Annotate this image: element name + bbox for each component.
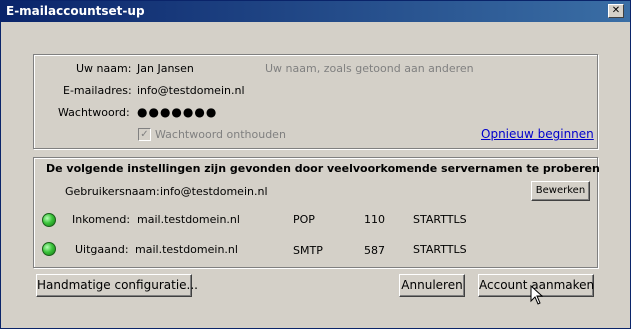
outgoing-security: STARTTLS (413, 243, 467, 256)
password-field[interactable]: ●●●●●●● (137, 105, 217, 119)
close-button[interactable]: ✕ (608, 4, 624, 18)
password-label: Wachtwoord: (58, 106, 130, 119)
incoming-server: mail.testdomein.nl (137, 213, 240, 226)
outgoing-status-icon (42, 242, 56, 256)
title-bar[interactable]: E-mailaccountset-up ✕ (1, 1, 630, 22)
name-label: Uw naam: (76, 62, 132, 75)
incoming-label: Inkomend: (72, 213, 131, 226)
username-value: info@testdomein.nl (160, 185, 268, 198)
name-hint: Uw naam, zoals getoond aan anderen (265, 62, 474, 75)
checkmark-icon: ✓ (140, 129, 149, 140)
settings-heading: De volgende instellingen zijn gevonden d… (46, 162, 600, 175)
remember-password-label: Wachtwoord onthouden (155, 128, 286, 141)
username-label: Gebruikersnaam: (65, 185, 160, 198)
incoming-status-icon (42, 213, 56, 227)
incoming-protocol: POP (293, 213, 315, 226)
edit-button[interactable]: Bewerken (531, 181, 590, 201)
outgoing-protocol: SMTP (293, 244, 323, 257)
remember-password-checkbox[interactable]: ✓ (138, 128, 151, 141)
name-field[interactable]: Jan Jansen (137, 62, 194, 75)
manual-config-button[interactable]: Handmatige configuratie... (36, 274, 198, 297)
outgoing-port: 587 (364, 244, 385, 257)
outgoing-server: mail.testdomein.nl (135, 243, 238, 256)
email-label: E-mailadres: (63, 84, 132, 97)
cancel-button[interactable]: Annuleren (399, 274, 465, 297)
restart-link[interactable]: Opnieuw beginnen (481, 127, 594, 141)
email-field[interactable]: info@testdomein.nl (137, 84, 245, 97)
outgoing-label: Uitgaand: (75, 243, 129, 256)
account-setup-window: E-mailaccountset-up ✕ Uw naam: Jan Janse… (0, 0, 631, 329)
close-icon: ✕ (611, 5, 621, 16)
incoming-port: 110 (364, 213, 385, 226)
mouse-cursor-icon (530, 285, 544, 305)
window-title: E-mailaccountset-up (6, 4, 145, 18)
incoming-security: STARTTLS (413, 213, 467, 226)
